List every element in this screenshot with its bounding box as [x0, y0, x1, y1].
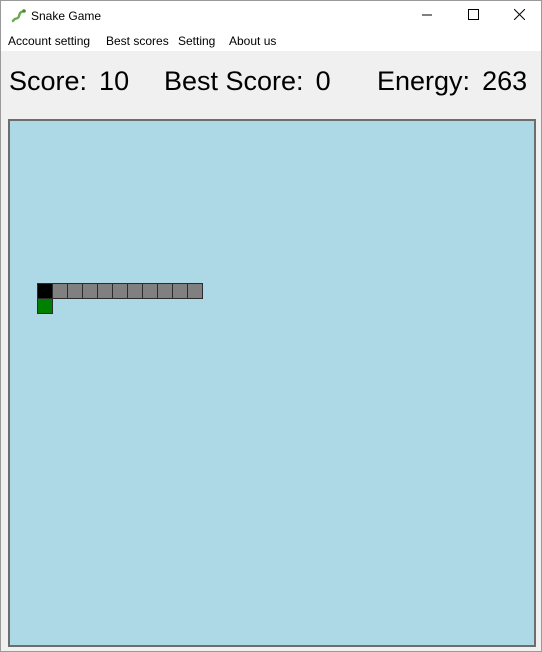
- snake-head: [37, 283, 53, 299]
- snake-icon: [10, 8, 26, 24]
- score-value: 10: [99, 66, 130, 96]
- menu-about-us[interactable]: About us: [229, 34, 276, 48]
- snake-body-segment: [52, 283, 68, 299]
- snake-body-segment: [67, 283, 83, 299]
- maximize-button[interactable]: [450, 1, 496, 31]
- game-window: Snake Game Account setting Best scores S…: [0, 0, 542, 652]
- energy-display: Energy: 263: [377, 66, 527, 97]
- food-item: [37, 298, 53, 314]
- snake-body-segment: [112, 283, 128, 299]
- energy-value: 263: [482, 66, 528, 96]
- snake-body-segment: [172, 283, 188, 299]
- best-score-value: 0: [315, 66, 331, 96]
- window-title: Snake Game: [31, 9, 102, 23]
- best-score-display: Best Score: 0: [164, 66, 331, 97]
- snake-body-segment: [127, 283, 143, 299]
- score-display: Score: 10: [9, 66, 129, 97]
- game-board[interactable]: [8, 119, 536, 647]
- snake-body-segment: [187, 283, 203, 299]
- menu-bar: Account setting Best scores Setting Abou…: [1, 31, 541, 51]
- snake-body-segment: [157, 283, 173, 299]
- snake-body-segment: [97, 283, 113, 299]
- menu-best-scores[interactable]: Best scores: [106, 34, 169, 48]
- maximize-icon: [467, 7, 479, 25]
- minimize-icon: [422, 7, 432, 25]
- minimize-button[interactable]: [404, 1, 450, 31]
- close-button[interactable]: [496, 1, 542, 31]
- menu-account-setting[interactable]: Account setting: [8, 34, 90, 48]
- menu-setting[interactable]: Setting: [178, 34, 215, 48]
- score-panel: Score: 10 Best Score: 0 Energy: 263: [1, 51, 541, 117]
- best-score-label: Best Score:: [164, 66, 304, 96]
- energy-label: Energy:: [377, 66, 471, 96]
- snake-body-segment: [82, 283, 98, 299]
- snake-body-segment: [142, 283, 158, 299]
- score-label: Score:: [9, 66, 88, 96]
- title-bar[interactable]: Snake Game: [1, 1, 541, 31]
- close-icon: [513, 7, 525, 25]
